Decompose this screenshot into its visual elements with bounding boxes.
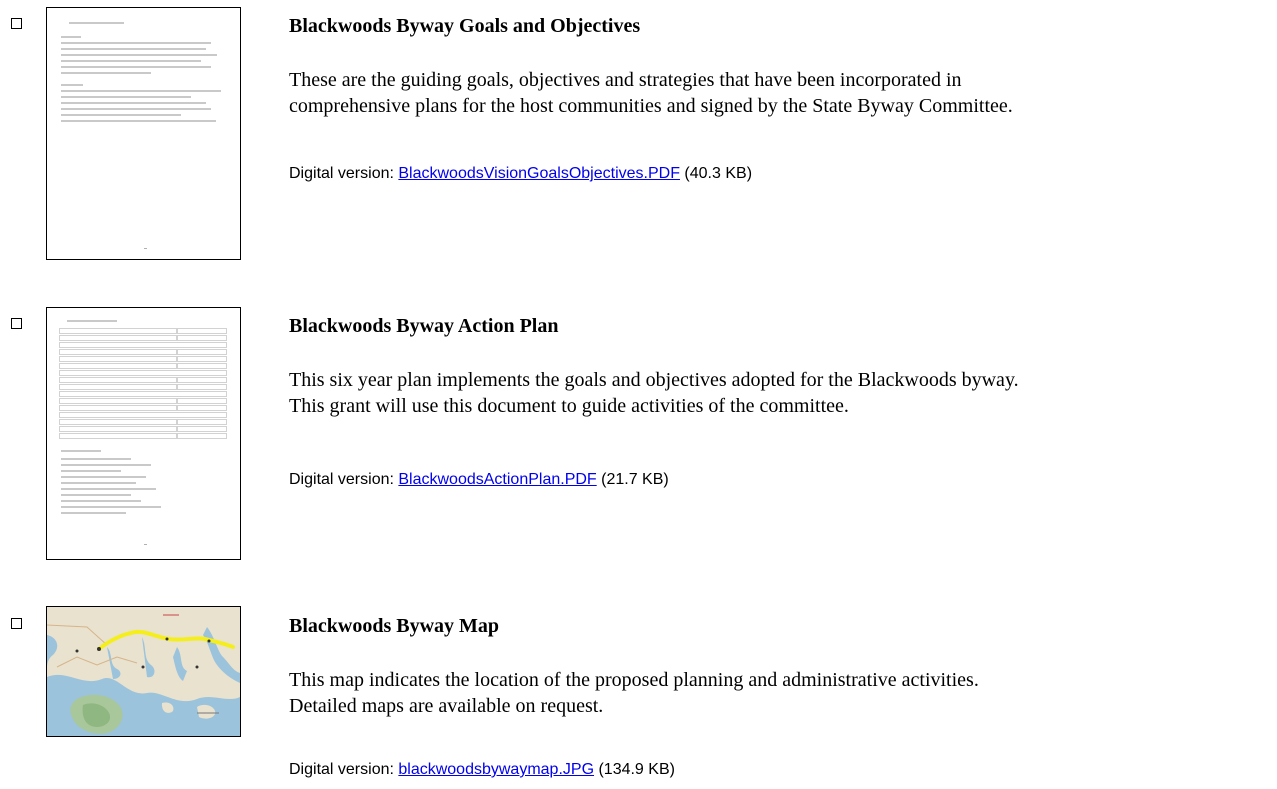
item-title: Blackwoods Byway Map bbox=[289, 615, 500, 637]
map-image bbox=[47, 607, 240, 736]
digital-version-line: Digital version: BlackwoodsVisionGoalsOb… bbox=[289, 164, 752, 184]
item-title: Blackwoods Byway Goals and Objectives bbox=[289, 15, 641, 37]
description-line: This grant will use this document to gui… bbox=[289, 395, 849, 417]
description-line: This map indicates the location of the p… bbox=[289, 669, 979, 691]
file-size: (21.7 KB) bbox=[596, 471, 669, 488]
file-download-link[interactable]: BlackwoodsVisionGoalsObjectives.PDF bbox=[398, 165, 680, 182]
item-title: Blackwoods Byway Action Plan bbox=[289, 315, 559, 337]
item-checkbox[interactable] bbox=[11, 618, 22, 629]
description-line: comprehensive plans for the host communi… bbox=[289, 95, 1013, 117]
digital-version-line: Digital version: blackwoodsbywaymap.JPG … bbox=[289, 760, 675, 780]
description-line: This six year plan implements the goals … bbox=[289, 369, 1019, 391]
digital-version-line: Digital version: BlackwoodsActionPlan.PD… bbox=[289, 470, 669, 490]
item-description: These are the guiding goals, objectives … bbox=[289, 67, 1274, 119]
description-line: Detailed maps are available on request. bbox=[289, 695, 604, 717]
table-document-thumbnail-icon[interactable] bbox=[46, 307, 241, 560]
item-checkbox[interactable] bbox=[11, 318, 22, 329]
digital-version-label: Digital version: bbox=[289, 761, 399, 778]
document-page-thumbnail-icon[interactable] bbox=[46, 7, 241, 260]
file-download-link[interactable]: BlackwoodsActionPlan.PDF bbox=[398, 471, 596, 488]
item-description: This six year plan implements the goals … bbox=[289, 367, 1274, 419]
file-download-link[interactable]: blackwoodsbywaymap.JPG bbox=[398, 761, 594, 778]
file-size: (40.3 KB) bbox=[679, 165, 753, 182]
item-description: This map indicates the location of the p… bbox=[289, 667, 1274, 719]
item-checkbox[interactable] bbox=[11, 18, 22, 29]
file-size: (134.9 KB) bbox=[594, 761, 675, 778]
description-line: These are the guiding goals, objectives … bbox=[289, 69, 962, 91]
digital-version-label: Digital version: bbox=[289, 165, 399, 182]
digital-version-label: Digital version: bbox=[289, 471, 399, 488]
map-thumbnail-icon[interactable] bbox=[46, 606, 241, 737]
